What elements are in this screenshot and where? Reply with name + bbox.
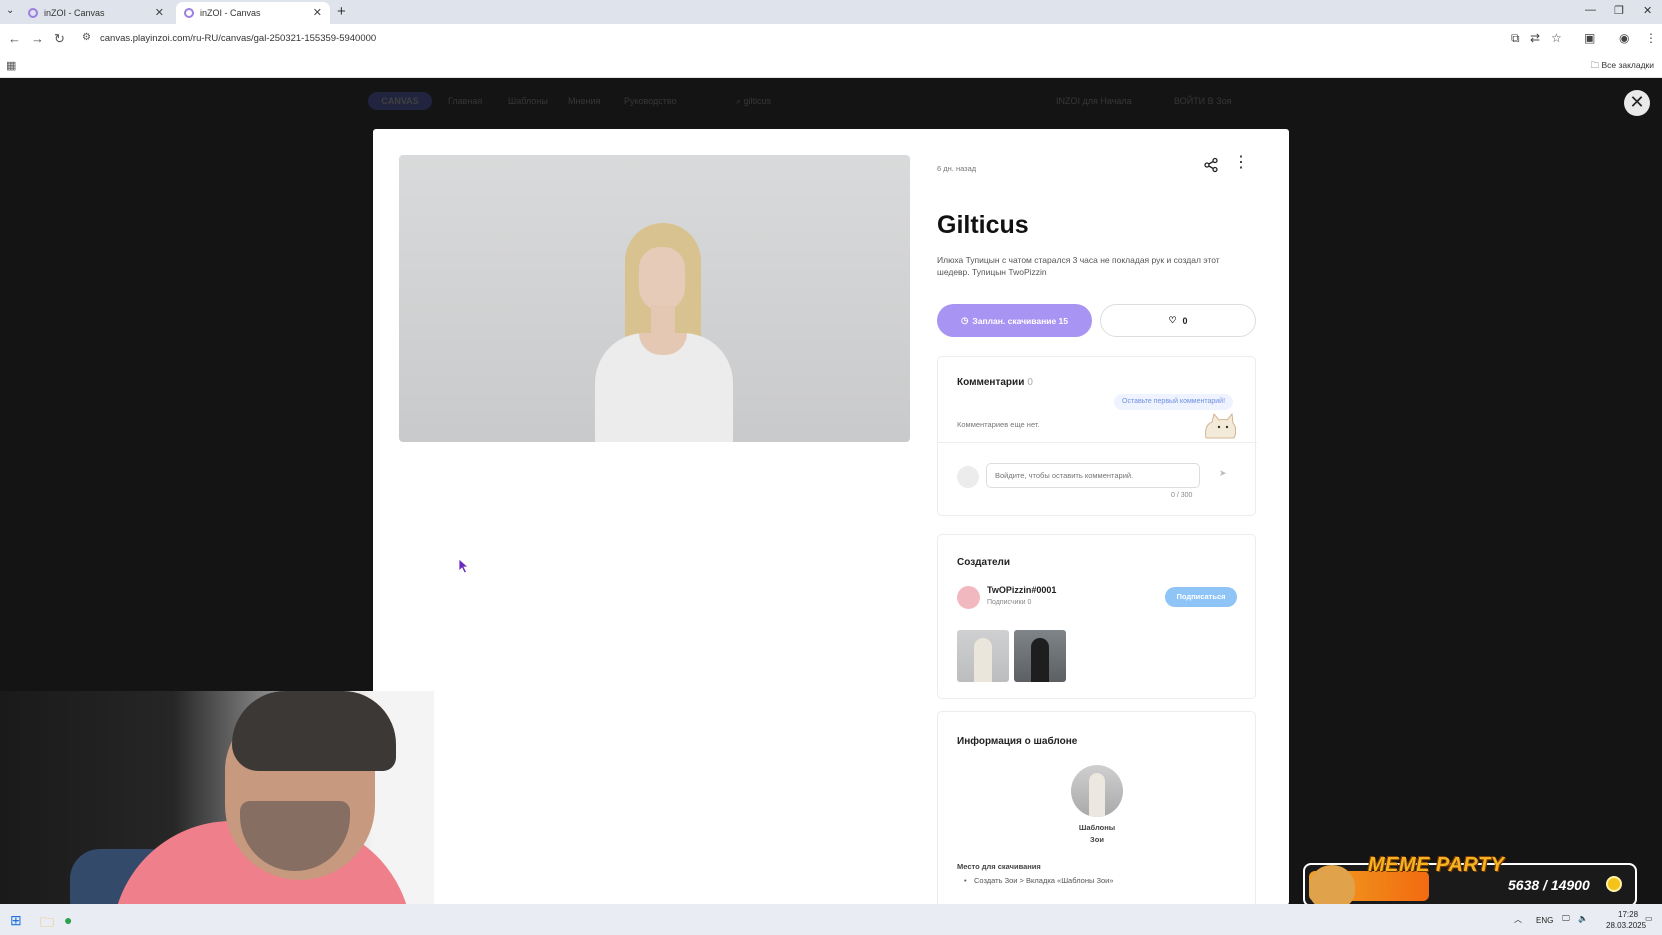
extensions-icon[interactable]: ▣ bbox=[1584, 31, 1595, 45]
modal-close-button[interactable]: ✕ bbox=[1624, 90, 1650, 116]
cat-mascot-icon bbox=[1205, 413, 1236, 439]
first-comment-bubble: Оставьте первый комментарий! bbox=[1114, 394, 1234, 410]
streamer-webcam-overlay bbox=[0, 691, 434, 904]
creator-work-thumbnail[interactable] bbox=[957, 630, 1009, 682]
site-search-text: gilticus bbox=[743, 96, 772, 106]
meme-party-title: MEME PARTY bbox=[1368, 854, 1505, 876]
no-comments-text: Комментариев еще нет. bbox=[957, 420, 1040, 429]
send-icon[interactable]: ➤ bbox=[1219, 468, 1227, 479]
tab-close-icon[interactable]: ✕ bbox=[313, 6, 322, 19]
post-hero-image[interactable] bbox=[399, 155, 910, 442]
minimize-icon[interactable]: — bbox=[1585, 4, 1596, 16]
windows-start-icon[interactable]: ⊞ bbox=[10, 912, 22, 929]
nav-link[interactable]: Главная bbox=[448, 96, 482, 106]
install-app-icon[interactable]: ⧉ bbox=[1511, 31, 1520, 46]
browser-tabbar: ⌄ inZOI - Canvas ✕ inZOI - Canvas ✕ + — … bbox=[0, 0, 1662, 24]
like-count: 0 bbox=[1182, 315, 1188, 326]
post-time: 6 дн. назад bbox=[937, 164, 977, 173]
back-icon[interactable]: ← bbox=[8, 31, 21, 46]
network-icon[interactable]: 🖵 bbox=[1562, 914, 1570, 924]
template-info-card: Информация о шаблоне Шаблоны Зои Место д… bbox=[937, 711, 1256, 905]
template-type-label: Шаблоны Зои bbox=[1078, 823, 1116, 844]
creators-card: Создатели TwOPizzin#0001 Подписчики 0 По… bbox=[937, 534, 1256, 699]
nav-link[interactable]: Шаблоны bbox=[508, 96, 548, 106]
reload-icon[interactable]: ↻ bbox=[54, 31, 65, 47]
site-nav-right-link[interactable]: INZOI для Начала bbox=[1056, 96, 1132, 106]
browser-tab-1[interactable]: inZOI - Canvas ✕ bbox=[20, 2, 172, 24]
download-button[interactable]: ◷ Заплан. скачивание 15 bbox=[937, 304, 1092, 337]
mouse-cursor-icon bbox=[458, 558, 470, 574]
tab-close-icon[interactable]: ✕ bbox=[155, 6, 164, 19]
volume-icon[interactable]: 🔈 bbox=[1578, 914, 1588, 923]
comment-char-counter: 0 / 300 bbox=[1171, 492, 1193, 499]
clock-time[interactable]: 17:28 bbox=[1618, 910, 1638, 919]
url-field[interactable]: canvas.playinzoi.com/ru-RU/canvas/gal-25… bbox=[100, 33, 376, 44]
coin-icon bbox=[1606, 876, 1622, 892]
download-place-heading: Место для скачивания bbox=[957, 862, 1041, 871]
inzoi-favicon-icon bbox=[28, 8, 38, 18]
comments-count: 0 bbox=[1027, 377, 1033, 388]
clock-date[interactable]: 28.03.2025 bbox=[1606, 921, 1646, 930]
creator-work-thumbnail[interactable] bbox=[1014, 630, 1066, 682]
tab-title: inZOI - Canvas bbox=[200, 8, 261, 18]
file-explorer-icon[interactable]: 🗀 bbox=[40, 912, 54, 935]
bookmarks-bar: ▦ 🗀 Все закладки bbox=[0, 54, 1662, 78]
chrome-taskbar-icon[interactable]: ● bbox=[64, 912, 72, 928]
nav-link[interactable]: Руководство bbox=[624, 96, 677, 106]
windows-taskbar: ⊞ 🗀 ● ︿ ENG 🖵 🔈 17:28 28.03.2025 ▭ bbox=[0, 904, 1662, 935]
new-tab-icon[interactable]: + bbox=[337, 3, 346, 20]
tab-title: inZOI - Canvas bbox=[44, 8, 105, 18]
clock-icon: ◷ bbox=[961, 315, 969, 325]
restore-icon[interactable]: ❐ bbox=[1614, 4, 1624, 17]
address-bar-row: ← → ↻ ⚙ canvas.playinzoi.com/ru-RU/canva… bbox=[0, 24, 1662, 54]
tab-list-chevron-icon[interactable]: ⌄ bbox=[6, 5, 14, 16]
browser-tab-2[interactable]: inZOI - Canvas ✕ bbox=[176, 2, 330, 24]
template-info-heading: Информация о шаблоне bbox=[957, 736, 1078, 747]
site-logo[interactable]: CANVAS bbox=[368, 92, 432, 110]
download-button-label: Заплан. скачивание 15 bbox=[972, 315, 1068, 326]
heart-icon: ♡ bbox=[1168, 315, 1177, 325]
input-language[interactable]: ENG bbox=[1536, 916, 1553, 925]
creators-heading: Создатели bbox=[957, 557, 1011, 568]
post-title: Gilticus bbox=[937, 211, 1029, 239]
doge-icon bbox=[1309, 865, 1355, 905]
nav-link[interactable]: Мнения bbox=[568, 96, 600, 106]
post-description: Илюха Тупицын с чатом старался 3 часа не… bbox=[937, 255, 1220, 277]
profile-icon[interactable]: ◉ bbox=[1619, 31, 1629, 45]
all-bookmarks-link[interactable]: 🗀 Все закладки bbox=[1591, 60, 1654, 74]
follow-button[interactable]: Подписаться bbox=[1165, 587, 1237, 607]
site-info-icon[interactable]: ⚙ bbox=[82, 32, 91, 43]
site-search[interactable]: ⌕ gilticus bbox=[736, 96, 771, 107]
post-modal: 6 дн. назад ⋮ Gilticus Илюха Тупицын с ч… bbox=[373, 129, 1289, 905]
comments-card: Комментарии 0 Оставьте первый комментарий… bbox=[937, 356, 1257, 516]
bookmark-star-icon[interactable]: ☆ bbox=[1551, 31, 1562, 45]
creator-avatar[interactable] bbox=[957, 586, 980, 609]
translate-icon[interactable]: ⇄ bbox=[1530, 31, 1540, 45]
template-avatar[interactable] bbox=[1071, 765, 1123, 817]
creator-subscribers: Подписчики 0 bbox=[987, 599, 1032, 606]
site-navbar: CANVAS Главная Шаблоны Мнения Руководств… bbox=[368, 92, 1288, 112]
apps-grid-icon[interactable]: ▦ bbox=[6, 59, 16, 72]
tray-chevron-icon[interactable]: ︿ bbox=[1514, 914, 1522, 925]
forward-icon[interactable]: → bbox=[31, 31, 44, 46]
browser-menu-icon[interactable]: ⋮ bbox=[1645, 31, 1657, 45]
login-link[interactable]: ВОЙТИ В Зоя bbox=[1174, 96, 1231, 106]
comments-heading: Комментарии 0 bbox=[957, 377, 1033, 388]
more-options-icon[interactable]: ⋮ bbox=[1233, 155, 1249, 171]
comment-user-avatar bbox=[957, 466, 979, 488]
share-icon[interactable] bbox=[1203, 157, 1219, 173]
all-bookmarks-label: Все закладки bbox=[1601, 60, 1654, 70]
inzoi-favicon-icon bbox=[184, 8, 194, 18]
download-place-value: Создать Зои > Вкладка «Шаблоны Зои» bbox=[964, 876, 1113, 885]
meme-party-score: 5638 / 14900 bbox=[1508, 877, 1590, 893]
like-button[interactable]: ♡ 0 bbox=[1100, 304, 1256, 337]
window-close-icon[interactable]: ✕ bbox=[1643, 4, 1652, 17]
comments-heading-text: Комментарии bbox=[957, 377, 1025, 388]
notifications-icon[interactable]: ▭ bbox=[1645, 914, 1653, 923]
comment-input[interactable] bbox=[986, 463, 1200, 488]
creator-name[interactable]: TwOPizzin#0001 bbox=[987, 585, 1056, 595]
